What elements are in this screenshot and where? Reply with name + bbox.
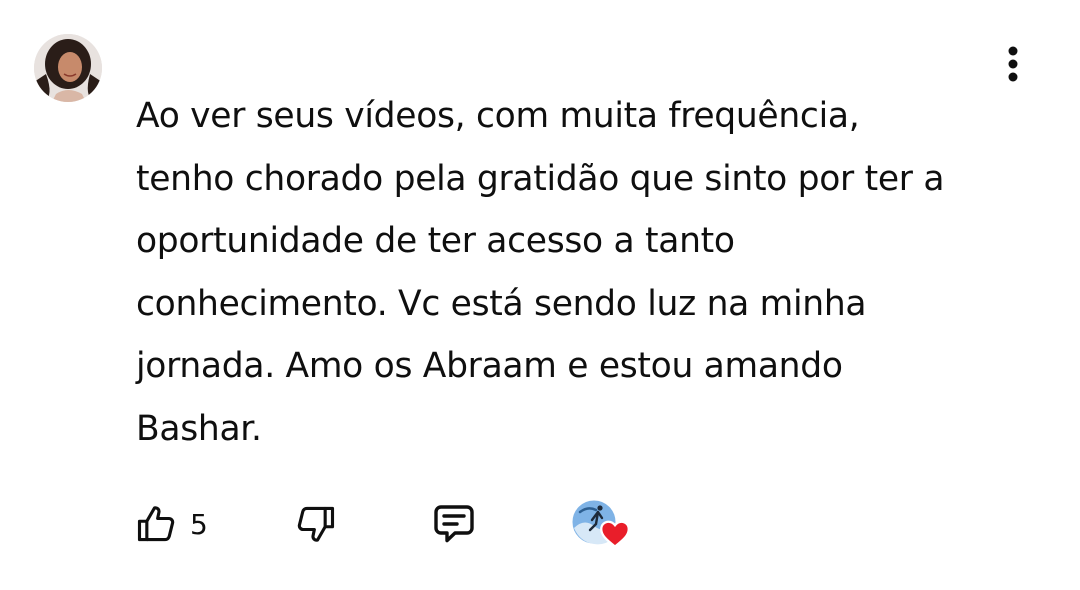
reply-comment-icon [434,505,474,543]
thumbs-down-icon [297,506,335,542]
comment-text: Ao ver seus vídeos, com muita frequência… [136,96,945,449]
comment-action-bar: 5 [134,498,654,550]
comment-item: Ao ver seus vídeos, com muita frequência… [0,0,1080,590]
thumbs-up-icon [137,506,175,542]
dislike-button[interactable] [294,498,338,550]
user-avatar[interactable] [34,34,102,102]
more-options-button[interactable] [996,42,1030,86]
like-button[interactable]: 5 [134,498,208,550]
creator-heart-button[interactable] [570,498,632,550]
creator-heart-badge [570,498,632,550]
like-count: 5 [190,507,208,541]
reply-button[interactable] [430,498,478,550]
more-vertical-icon [1008,46,1018,82]
creator-heart-icon [600,520,630,548]
avatar-image [34,34,102,102]
